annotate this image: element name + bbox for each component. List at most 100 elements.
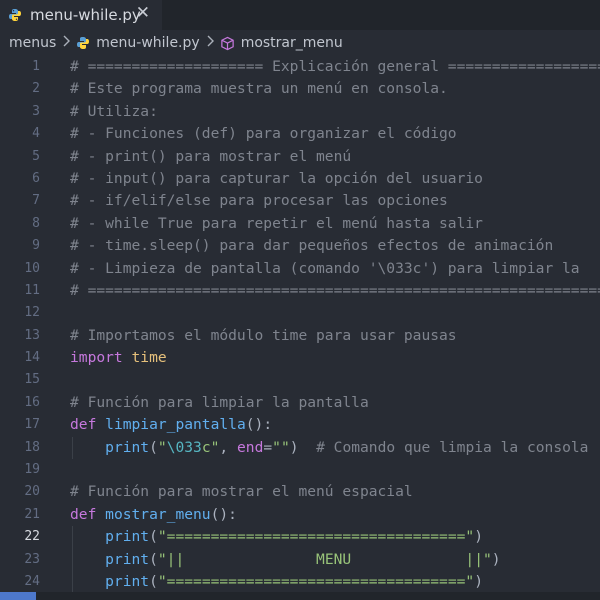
code-token: # ==================== Explicación gener… [70,58,600,75]
code-token: # Función para mostrar el menú espacial [70,483,413,501]
line-number: 13 [24,327,40,343]
code-line[interactable]: 13 # Importamos el módulo time para usar … [0,325,600,347]
code-text: # - print() para mostrar el menú [70,146,351,168]
close-icon[interactable]: ✕ [136,3,150,23]
breadcrumb-file[interactable]: menu-while.py [96,35,199,51]
code-token: ( [149,550,158,568]
code-line[interactable]: 9 # - time.sleep() para dar pequeños efec… [0,235,600,257]
code-line[interactable]: 15 [0,369,600,391]
line-number: 17 [24,417,40,433]
code-token: (): [245,416,273,434]
cube-icon [220,36,235,51]
code-line[interactable]: 16 # Función para limpiar la pantalla [0,392,600,414]
code-line[interactable]: 5 # - print() para mostrar el menú [0,146,600,168]
line-number: 15 [24,372,40,388]
code-token: "|| MENU ||" [157,550,492,568]
line-number: 18 [24,439,40,455]
tab-title: menu-while.py [30,6,141,24]
code-line[interactable]: 11 # ====================================… [0,280,600,302]
code-token: # Función para limpiar la pantalla [70,393,369,411]
chevron-right-icon [206,35,214,51]
code-line[interactable]: 17 def limpiar_pantalla(): [0,414,600,436]
code-text: # - if/elif/else para procesar las opcio… [70,190,448,212]
code-token: "==================================" [157,572,475,590]
code-token: # - input() para capturar la opción del … [70,169,483,187]
code-token: # - print() para mostrar el menú [70,147,352,165]
code-line[interactable]: 20 # Función para mostrar el menú espacia… [0,481,600,503]
line-number: 4 [32,126,40,142]
code-text: # Utiliza: [70,101,158,123]
code-editor[interactable]: 1 # ==================== Explicación gene… [0,56,600,592]
code-line[interactable]: 23 print("|| MENU ||") [0,548,600,571]
line-number: 16 [24,394,40,410]
code-line[interactable]: 22 print("==============================… [0,526,600,549]
code-line[interactable]: 4 # - Funciones (def) para organizar el c… [0,123,600,145]
code-line[interactable]: 19 [0,459,600,481]
code-token: # - time.sleep() para dar pequeños efect… [70,237,554,255]
code-text: # Este programa muestra un menú en conso… [70,78,448,100]
code-text: # - Limpieza de pantalla (comando '\033c… [70,258,580,280]
code-token: ( [149,572,158,590]
code-token: mostrar_menu [105,505,211,523]
line-number: 2 [32,81,40,97]
code-line[interactable]: 10 # - Limpieza de pantalla (comando '\03… [0,258,600,280]
line-number: 19 [24,462,40,478]
code-text: print("=================================… [70,526,483,548]
line-number: 22 [24,529,40,545]
code-text: # - Funciones (def) para organizar el có… [70,123,457,145]
code-line[interactable]: 21 def mostrar_menu(): [0,504,600,526]
line-number: 1 [32,59,40,74]
line-number: 23 [24,551,40,567]
line-number: 3 [32,103,40,119]
code-text: # Función para limpiar la pantalla [70,392,369,414]
code-text: # ======================================… [70,280,600,302]
code-token: # - Limpieza de pantalla (comando '\033c… [70,259,580,277]
python-icon [76,36,90,50]
code-token: = [263,438,273,456]
line-number: 7 [32,193,40,209]
code-text: # Función para mostrar el menú espacial [70,481,413,503]
code-token: def [70,416,97,434]
code-line[interactable]: 2 # Este programa muestra un menú en cons… [0,78,600,100]
breadcrumb: menus menu-while.py mostrar_menu [0,30,600,56]
code-token: ( [149,438,158,456]
code-line[interactable]: 24 print("==============================… [0,570,600,592]
line-number: 20 [24,484,40,500]
line-number: 9 [32,238,40,254]
code-line[interactable]: 18 print("\033c", end="") # Comando que … [0,436,600,460]
breadcrumb-folder[interactable]: menus [9,35,56,51]
code-line[interactable]: 7 # - if/elif/else para procesar las opci… [0,190,600,212]
code-token: ) [474,528,483,546]
code-line[interactable]: 1 # ==================== Explicación gene… [0,56,600,78]
code-token: ( [149,528,158,546]
code-token: print [105,572,150,590]
code-line[interactable]: 8 # - while True para repetir el menú has… [0,213,600,235]
code-line[interactable]: 3 # Utiliza: [0,101,600,123]
line-number: 11 [24,282,40,298]
code-token: print [105,438,150,456]
code-token: # Comando que limpia la consola [316,438,589,456]
code-line[interactable]: 6 # - input() para capturar la opción del… [0,168,600,190]
line-number: 12 [24,305,40,321]
code-text: print("|| MENU ||") [70,549,500,571]
line-number: 14 [24,350,40,366]
code-token: ) [474,572,483,590]
code-text: import time [70,347,167,369]
tab-menu-while[interactable]: menu-while.py ✕ [0,0,162,30]
remote-indicator[interactable] [0,592,36,600]
code-line[interactable]: 14 import time [0,347,600,369]
breadcrumb-symbol[interactable]: mostrar_menu [241,35,343,51]
code-text: # - time.sleep() para dar pequeños efect… [70,235,553,257]
code-token: c" [201,438,220,456]
code-token: # ======================================… [70,281,600,299]
code-line[interactable]: 12 [0,302,600,324]
line-number: 10 [24,260,40,276]
code-text: def limpiar_pantalla(): [70,414,272,436]
code-text: # ==================== Explicación gener… [70,56,600,78]
code-token: # - if/elif/else para procesar las opcio… [70,192,448,210]
line-number: 21 [24,506,40,522]
